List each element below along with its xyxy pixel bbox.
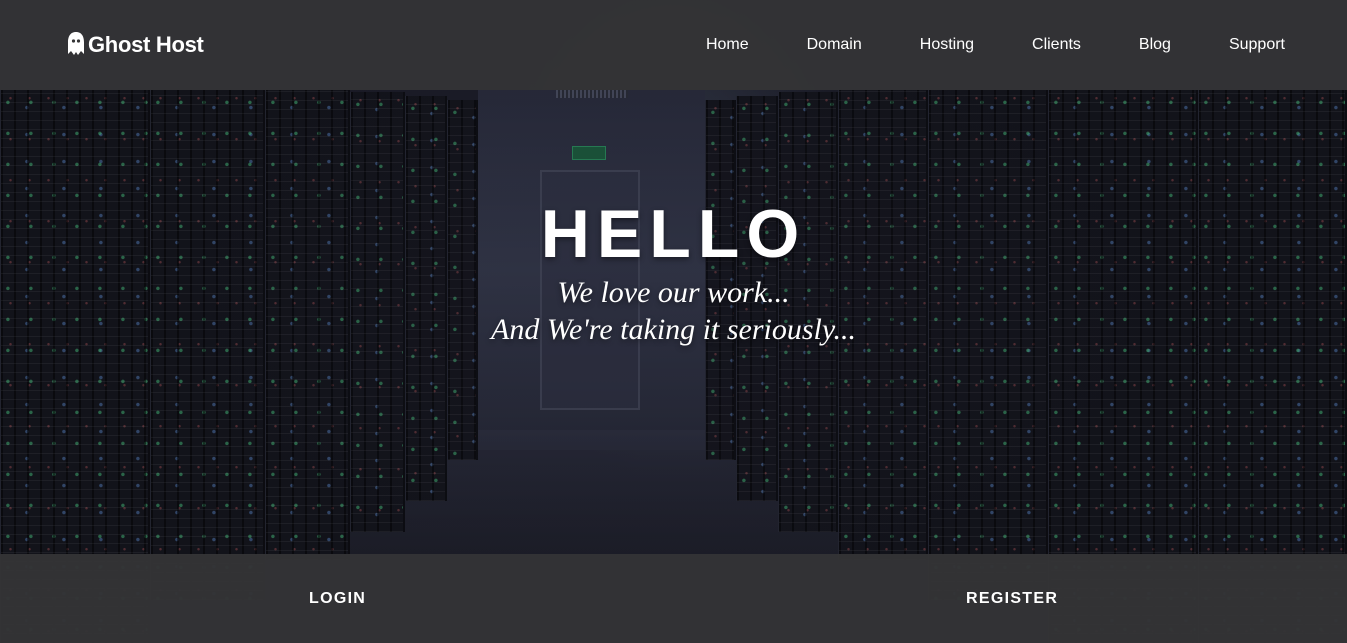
top-navbar: Ghost Host Home Domain Hosting Clients B…	[0, 0, 1347, 90]
hero-tagline-line-2: And We're taking it seriously...	[491, 313, 856, 346]
nav-item-domain[interactable]: Domain	[807, 36, 862, 54]
nav-item-home[interactable]: Home	[706, 36, 749, 54]
brand-name: Ghost Host	[88, 32, 204, 57]
nav-item-blog[interactable]: Blog	[1139, 36, 1171, 54]
nav-item-hosting[interactable]: Hosting	[920, 36, 974, 54]
brand-logo[interactable]: Ghost Host	[66, 30, 204, 60]
hero-content: HELLO We love our work... And We're taki…	[0, 194, 1347, 348]
login-button[interactable]: LOGIN	[309, 590, 366, 608]
nav-item-support[interactable]: Support	[1229, 36, 1285, 54]
ghost-icon	[68, 32, 84, 55]
main-nav: Home Domain Hosting Clients Blog Support	[648, 36, 1285, 54]
nav-item-clients[interactable]: Clients	[1032, 36, 1081, 54]
auth-bar: LOGIN REGISTER	[0, 554, 1347, 643]
register-button[interactable]: REGISTER	[966, 590, 1058, 608]
hero-heading: HELLO	[540, 196, 807, 272]
hero-tagline-line-1: We love our work...	[557, 276, 790, 309]
